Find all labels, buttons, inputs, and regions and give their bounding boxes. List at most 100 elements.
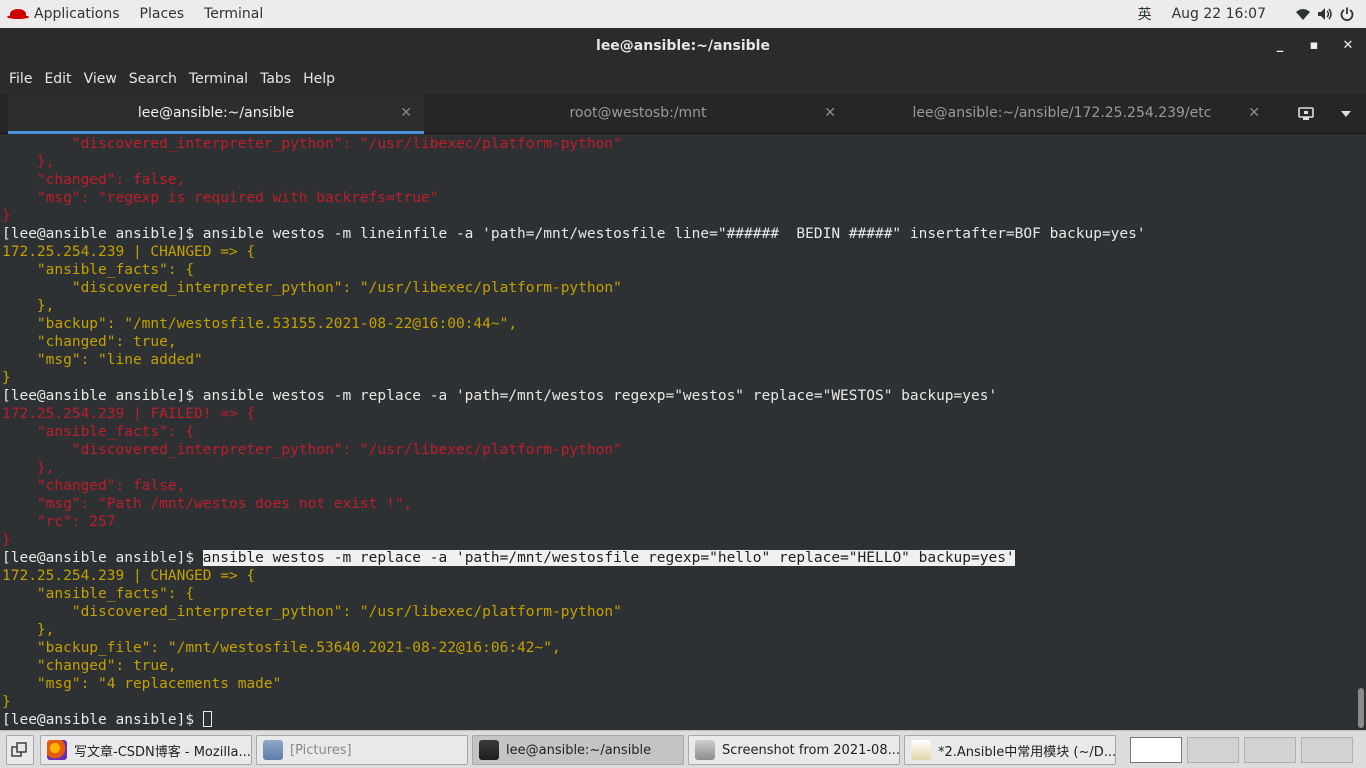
applications-label: Applications [34, 6, 120, 22]
tab-lee-ansible[interactable]: lee@ansible:~/ansible ✕ [8, 94, 424, 134]
taskbar-window-label: Screenshot from 2021-08... [722, 742, 900, 758]
terminal-line: "rc": 257 [2, 513, 1146, 531]
window-title: lee@ansible:~/ansible [596, 38, 770, 54]
terminal-line-text: "msg": "regexp is required with backrefs… [2, 190, 439, 206]
window-titlebar[interactable]: lee@ansible:~/ansible _ ▪ ✕ [0, 28, 1366, 64]
text-editor-icon [911, 740, 931, 760]
terminal-line: "changed": false, [2, 171, 1146, 189]
terminal-line: "msg": "4 replacements made" [2, 675, 1146, 693]
terminal-cursor [202, 711, 212, 727]
terminal-line: 172.25.254.239 | FAILED! => { [2, 405, 1146, 423]
terminal-line: "discovered_interpreter_python": "/usr/l… [2, 441, 1146, 459]
taskbar-window-button[interactable]: lee@ansible:~/ansible [472, 735, 684, 765]
terminal-line-text: } [2, 208, 11, 224]
datetime-label: Aug 22 16:07 [1171, 6, 1266, 22]
terminal-line: "discovered_interpreter_python": "/usr/l… [2, 279, 1146, 297]
volume-icon[interactable] [1314, 0, 1336, 28]
terminal-line-text: "discovered_interpreter_python": "/usr/l… [2, 604, 622, 620]
taskbar-window-button[interactable]: Screenshot from 2021-08... [688, 735, 900, 765]
terminal-line: 172.25.254.239 | CHANGED => { [2, 567, 1146, 585]
terminal-line-text: } [2, 694, 11, 710]
tab-lee-ansible-etc[interactable]: lee@ansible:~/ansible/172.25.254.239/etc… [852, 94, 1272, 134]
show-desktop-button[interactable] [6, 735, 34, 765]
close-button[interactable]: ✕ [1332, 28, 1364, 64]
taskbar-window-button[interactable]: 写文章-CSDN博客 - Mozilla... [40, 735, 252, 765]
terminal-line-text: "changed": false, [2, 478, 186, 494]
terminal-line-text: "discovered_interpreter_python": "/usr/l… [2, 136, 622, 152]
taskbar-window-button[interactable]: *2.Ansible中常用模块 (~/D... [904, 735, 1116, 765]
taskbar-window-label: [Pictures] [290, 742, 352, 758]
close-tab-icon[interactable]: ✕ [824, 94, 836, 132]
applications-menu[interactable]: Applications [0, 0, 130, 28]
scrollbar-thumb[interactable] [1358, 688, 1364, 728]
menu-terminal[interactable]: Terminal [184, 64, 255, 94]
terminal-line-text: "discovered_interpreter_python": "/usr/l… [2, 280, 622, 296]
terminal-line-text: "rc": 257 [2, 514, 116, 530]
wifi-icon[interactable] [1292, 0, 1314, 28]
input-method-label: 英 [1137, 7, 1152, 23]
terminal-app-menu[interactable]: Terminal [194, 0, 273, 28]
terminal-app-label: Terminal [204, 6, 264, 22]
new-tab-icon[interactable] [1292, 94, 1320, 134]
terminal-line-text: }, [2, 154, 55, 170]
terminal-line: "changed": true, [2, 657, 1146, 675]
terminal-line-text: "msg": "Path /mnt/westos does not exist … [2, 496, 413, 512]
terminal-line: "msg": "Path /mnt/westos does not exist … [2, 495, 1146, 513]
terminal-line: "backup_file": "/mnt/westosfile.53640.20… [2, 639, 1146, 657]
menu-view[interactable]: View [79, 64, 124, 94]
terminal-line-text: "ansible_facts": { [2, 262, 195, 278]
maximize-button[interactable]: ▪ [1298, 28, 1330, 64]
tabs-menu-chevron-down-icon[interactable] [1332, 94, 1360, 134]
taskbar-window-label: lee@ansible:~/ansible [506, 742, 652, 758]
terminal-line: } [2, 369, 1146, 387]
close-tab-icon[interactable]: ✕ [1248, 94, 1260, 132]
terminal-line: "msg": "line added" [2, 351, 1146, 369]
menu-tabs[interactable]: Tabs [255, 64, 298, 94]
terminal-line: "ansible_facts": { [2, 423, 1146, 441]
terminal-line: [lee@ansible ansible]$ ansible westos -m… [2, 225, 1146, 243]
workspace-switcher-item[interactable] [1130, 737, 1182, 763]
selected-command-text[interactable]: ansible westos -m replace -a 'path=/mnt/… [202, 550, 1015, 566]
shell-prompt: [lee@ansible ansible]$ [2, 550, 203, 566]
terminal-icon [479, 740, 499, 760]
terminal-line-text: 172.25.254.239 | CHANGED => { [2, 568, 256, 584]
terminal-line: } [2, 693, 1146, 711]
workspace-switcher-item[interactable] [1187, 737, 1239, 763]
menu-help[interactable]: Help [298, 64, 342, 94]
terminal-line: [lee@ansible ansible]$ [2, 711, 1146, 729]
terminal-line-text: } [2, 370, 11, 386]
minimize-button[interactable]: _ [1264, 28, 1296, 64]
terminal-line-text: "msg": "4 replacements made" [2, 676, 282, 692]
terminal-line-text: [lee@ansible ansible]$ ansible westos -m… [2, 388, 998, 404]
menu-bar: File Edit View Search Terminal Tabs Help [0, 64, 1366, 94]
input-method-indicator[interactable]: 英 [1128, 0, 1162, 28]
taskbar: 写文章-CSDN博客 - Mozilla... [Pictures] lee@ans… [0, 730, 1366, 768]
workspace-switcher-item[interactable] [1244, 737, 1296, 763]
power-icon[interactable] [1336, 0, 1358, 28]
menu-edit[interactable]: Edit [39, 64, 78, 94]
terminal-line-text: "changed": false, [2, 172, 186, 188]
taskbar-window-button[interactable]: [Pictures] [256, 735, 468, 765]
workspace-switcher-item[interactable] [1301, 737, 1353, 763]
places-menu[interactable]: Places [130, 0, 195, 28]
terminal-line: [lee@ansible ansible]$ ansible westos -m… [2, 387, 1146, 405]
close-tab-icon[interactable]: ✕ [400, 94, 412, 132]
redhat-logo-icon [7, 9, 29, 19]
firefox-icon [47, 740, 67, 760]
terminal-view[interactable]: "discovered_interpreter_python": "/usr/l… [0, 135, 1366, 730]
tab-root-westosb[interactable]: root@westosb:/mnt ✕ [428, 94, 848, 134]
terminal-line: "changed": true, [2, 333, 1146, 351]
terminal-line-text: 172.25.254.239 | FAILED! => { [2, 406, 256, 422]
terminal-line: "backup": "/mnt/westosfile.53155.2021-08… [2, 315, 1146, 333]
terminal-line: 172.25.254.239 | CHANGED => { [2, 243, 1146, 261]
terminal-line: } [2, 207, 1146, 225]
clock[interactable]: Aug 22 16:07 [1162, 0, 1292, 28]
menu-file[interactable]: File [4, 64, 39, 94]
terminal-line-text: "backup_file": "/mnt/westosfile.53640.20… [2, 640, 561, 656]
terminal-line-text: }, [2, 622, 55, 638]
terminal-line-text: } [2, 532, 11, 548]
scrollbar[interactable] [1356, 135, 1364, 730]
menu-search[interactable]: Search [124, 64, 184, 94]
terminal-line: } [2, 531, 1146, 549]
taskbar-window-label: 写文章-CSDN博客 - Mozilla... [74, 744, 251, 760]
